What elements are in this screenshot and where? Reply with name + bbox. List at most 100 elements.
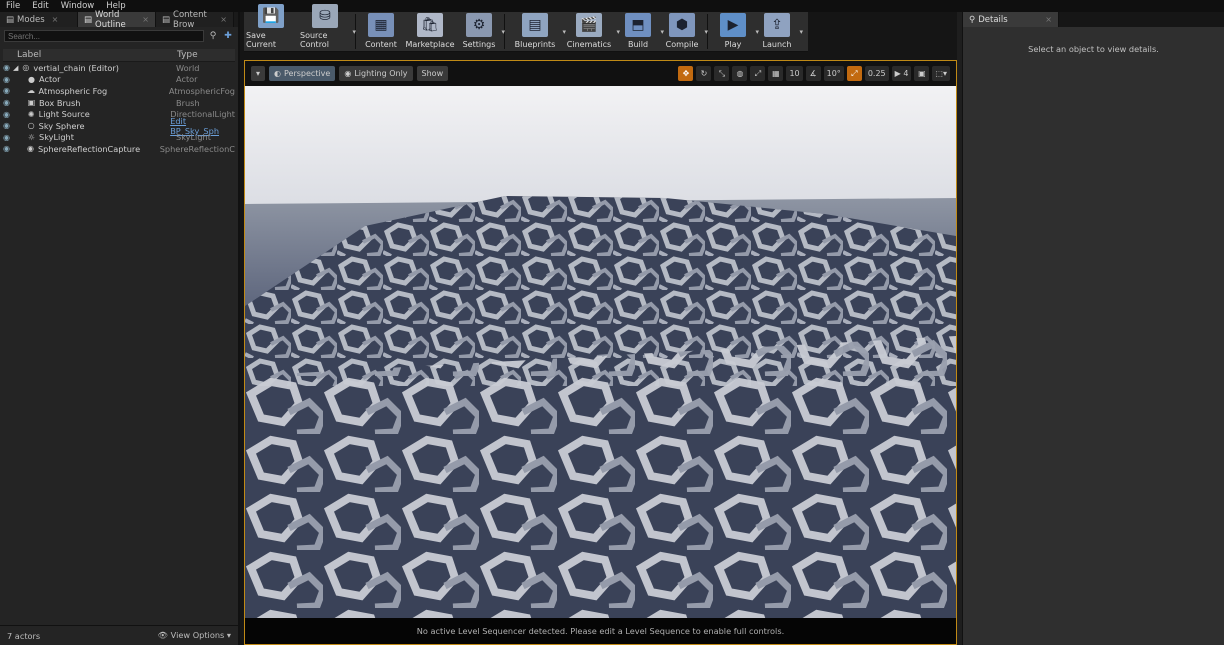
reflection-capture-icon: ◉ xyxy=(26,144,34,154)
actor-name: Light Source xyxy=(38,109,90,120)
content-button[interactable]: ▦ Content xyxy=(359,12,403,51)
tab-world-outline[interactable]: ▤ World Outline × xyxy=(78,9,156,30)
dropdown-arrow-icon[interactable]: ▾ xyxy=(501,28,505,36)
marketplace-button[interactable]: 🛍 Marketplace xyxy=(403,12,457,51)
viewport-options-button[interactable]: ▾ xyxy=(251,66,266,81)
toolbar-label: Blueprints xyxy=(514,40,556,49)
outliner-row[interactable]: ◉ ☁ Atmospheric Fog AtmosphericFog xyxy=(3,85,235,97)
menu-window[interactable]: Window xyxy=(61,1,95,11)
lighting-label: Lighting Only xyxy=(354,69,408,78)
close-icon[interactable]: × xyxy=(1045,15,1052,24)
build-button[interactable]: ⬒ Build ▾ xyxy=(616,12,664,51)
blueprints-icon: ▤ xyxy=(522,13,548,37)
close-icon[interactable]: × xyxy=(142,15,149,24)
search-input[interactable] xyxy=(4,30,204,42)
details-tabs: ⚲ Details × xyxy=(963,12,1224,27)
close-icon[interactable]: × xyxy=(220,15,227,24)
scale-snap-value[interactable]: 0.25 xyxy=(864,66,889,81)
camera-speed-button[interactable]: ▶ 4 xyxy=(891,66,912,81)
maximize-icon[interactable]: ▣ xyxy=(914,66,930,81)
world-local-icon[interactable]: ◍ xyxy=(732,66,748,81)
surface-snap-icon[interactable]: ⤢ xyxy=(750,66,766,81)
visibility-eye-icon[interactable]: ◉ xyxy=(3,75,13,84)
outliner-row[interactable]: ◉ ☼ SkyLight SkyLight xyxy=(3,132,235,144)
scale-snap-icon[interactable]: ⤢ xyxy=(846,66,862,81)
actor-name: SkyLight xyxy=(39,132,74,143)
translate-mode-icon[interactable]: ✥ xyxy=(678,66,694,81)
tab-modes[interactable]: ▤ Modes × xyxy=(0,12,78,27)
perspective-button[interactable]: ◐ Perspective xyxy=(269,66,336,81)
search-row: ⚲ ✚ xyxy=(4,30,234,46)
visibility-eye-icon[interactable]: ◉ xyxy=(3,133,13,142)
details-panel: ⚲ Details × Select an object to view det… xyxy=(962,12,1224,645)
tab-label: World Outline xyxy=(95,9,126,30)
visibility-eye-icon[interactable]: ◉ xyxy=(3,63,13,72)
blueprints-button[interactable]: ▤ Blueprints ▾ xyxy=(508,12,566,51)
outliner-row[interactable]: ◉ ● Actor Actor xyxy=(3,74,235,86)
source-control-button[interactable]: ⛁ Source Control ▾ xyxy=(298,4,356,51)
actor-type: SphereReflectionC xyxy=(159,143,235,154)
scale-mode-icon[interactable]: ⤡ xyxy=(714,66,730,81)
perspective-icon: ◐ xyxy=(274,69,281,78)
rotation-snap-icon[interactable]: ∡ xyxy=(805,66,821,81)
level-viewport[interactable]: ▾ ◐ Perspective ◉ Lighting Only Show ✥ ↻ ⤡… xyxy=(244,60,957,645)
type-column-header[interactable]: Type xyxy=(169,50,235,60)
world-icon: ◎ xyxy=(22,63,30,73)
perspective-label: Perspective xyxy=(284,69,331,78)
dropdown-arrow-icon[interactable]: ▾ xyxy=(352,28,356,36)
outliner-row[interactable]: ◉ ○ Sky Sphere Edit BP_Sky_Sph xyxy=(3,116,235,136)
visibility-eye-icon[interactable]: ◉ xyxy=(3,144,12,153)
compile-button[interactable]: ⬢ Compile ▾ xyxy=(660,12,708,51)
visibility-eye-icon[interactable]: ◉ xyxy=(3,98,13,107)
tab-label: Content Brow xyxy=(173,9,207,30)
outliner-row[interactable]: ◉ ▣ Box Brush Brush xyxy=(3,97,235,109)
box-brush-icon: ▣ xyxy=(27,98,36,108)
visibility-eye-icon[interactable]: ◉ xyxy=(3,110,13,119)
actor-name: SphereReflectionCapture xyxy=(37,143,141,154)
menu-file[interactable]: File xyxy=(6,1,20,11)
settings-button[interactable]: ⚙ Settings ▾ xyxy=(457,12,505,51)
dropdown-arrow-icon[interactable]: ▾ xyxy=(704,28,708,36)
world-outliner-list: ◉ ◢ ◎ vertial_chain (Editor) World ◉ ● Actor Act… xyxy=(0,62,238,155)
visibility-eye-icon[interactable]: ◉ xyxy=(3,121,13,130)
cinematics-button[interactable]: 🎬 Cinematics ▾ xyxy=(562,12,620,51)
view-options-button[interactable]: 👁 View Options ▾ xyxy=(158,630,231,641)
tab-content-brow[interactable]: ▤ Content Brow × xyxy=(156,9,234,30)
visibility-eye-icon[interactable]: ◉ xyxy=(3,86,13,95)
directional-light-icon: ✺ xyxy=(27,109,35,119)
rotate-mode-icon[interactable]: ↻ xyxy=(696,66,712,81)
save-current-button[interactable]: 💾 Save Current xyxy=(244,4,298,51)
show-label: Show xyxy=(421,69,444,78)
outliner-header: Label Type xyxy=(3,49,235,62)
label-column-header[interactable]: Label xyxy=(3,50,169,60)
grid-snap-value[interactable]: 10 xyxy=(786,66,803,81)
scene-render[interactable] xyxy=(245,86,956,618)
toolbar-label: Launch xyxy=(762,40,792,49)
add-actor-icon[interactable]: ✚ xyxy=(222,30,234,42)
actor-type: World xyxy=(176,62,200,73)
grid-snap-icon[interactable]: ▦ xyxy=(768,66,784,81)
layout-icon[interactable]: ⬚▾ xyxy=(932,66,950,81)
menu-edit[interactable]: Edit xyxy=(32,1,48,11)
outliner-row[interactable]: ◉ ◉ SphereReflectionCapture SphereReflectio… xyxy=(3,143,235,155)
dropdown-arrow-icon[interactable]: ▾ xyxy=(799,28,803,36)
view-options-label: View Options xyxy=(170,630,225,640)
actor-type: Actor xyxy=(176,74,198,85)
lighting-mode-button[interactable]: ◉ Lighting Only xyxy=(339,66,413,81)
toolbar-label: Settings xyxy=(462,40,496,49)
toolbar-label: Save Current xyxy=(246,31,277,49)
search-icon[interactable]: ⚲ xyxy=(207,30,219,42)
close-icon[interactable]: × xyxy=(52,15,59,24)
actor-name: Actor xyxy=(39,74,61,85)
camera-speed-value: 4 xyxy=(903,69,909,78)
expand-arrow-icon[interactable]: ◢ xyxy=(13,64,18,72)
sequencer-message: No active Level Sequencer detected. Plea… xyxy=(245,618,956,644)
play-button[interactable]: ▶ Play ▾ xyxy=(711,12,759,51)
sphere-icon: ○ xyxy=(27,121,35,131)
show-button[interactable]: Show xyxy=(416,66,449,81)
tab-details[interactable]: ⚲ Details × xyxy=(963,12,1059,27)
launch-button[interactable]: ⇪ Launch ▾ xyxy=(755,12,803,51)
rotation-snap-value[interactable]: 10° xyxy=(823,66,844,81)
launch-icon: ⇪ xyxy=(764,13,790,37)
outliner-row[interactable]: ◉ ◢ ◎ vertial_chain (Editor) World xyxy=(3,62,235,74)
